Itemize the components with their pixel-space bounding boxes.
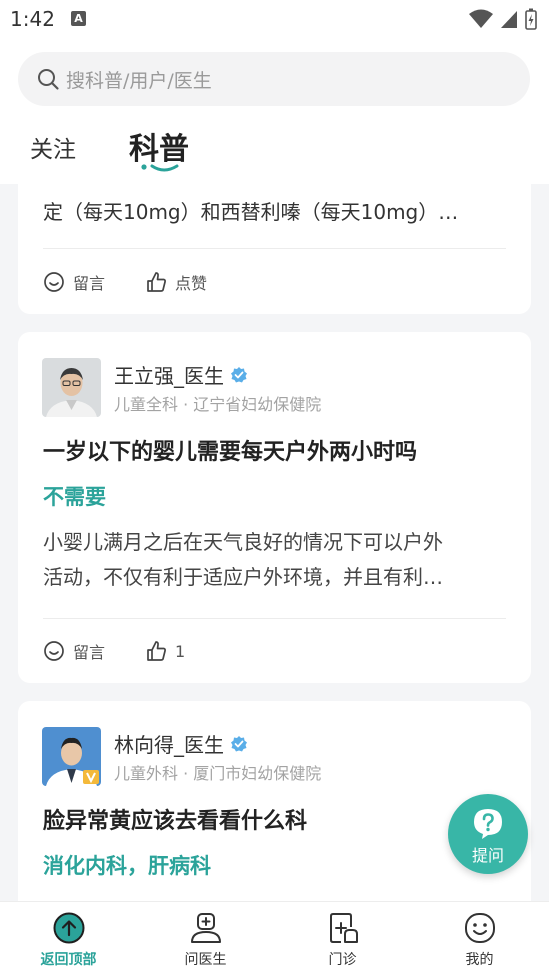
excerpt-line: 小婴儿满月之后在天气良好的情况下可以户外 xyxy=(43,530,443,554)
thumbs-up-icon xyxy=(147,641,166,661)
nav-back-to-top-label: 返回顶部 xyxy=(40,952,97,968)
tab-follow[interactable]: 关注 xyxy=(30,130,76,164)
signal-icon xyxy=(501,11,517,28)
comment-label: 留言 xyxy=(73,274,106,293)
top-bar: 1:42 A 搜科普/用户/医生 关注 科普 xyxy=(0,0,549,184)
doctor-name-row[interactable]: 林向得_医生 xyxy=(114,729,248,758)
comment-button[interactable]: 留言 xyxy=(43,639,105,663)
search-input[interactable]: 搜科普/用户/医生 xyxy=(18,52,530,106)
verified-badge-icon xyxy=(231,735,247,751)
comment-button[interactable]: 留言 xyxy=(43,270,105,294)
status-icons xyxy=(469,8,537,30)
notification-a-icon: A xyxy=(71,11,86,26)
question-icon xyxy=(474,809,502,839)
excerpt-line: 活动，不仅有利于适应户外环境，并且有利… xyxy=(43,565,443,589)
article-excerpt: 小婴儿满月之后在天气良好的情况下可以户外 活动，不仅有利于适应户外环境，并且有利… xyxy=(43,525,503,595)
article-feed[interactable]: 定（每天10mg）和西替利嗪（每天10mg）… 留言 点赞 王立强_医生 儿童全… xyxy=(0,184,549,901)
article-answer: 消化内科，肝病科 xyxy=(43,854,211,878)
article-card[interactable]: 王立强_医生 儿童全科 · 辽宁省妇幼保健院 一岁以下的婴儿需要每天户外两小时吗… xyxy=(18,332,531,683)
article-answer: 不需要 xyxy=(43,485,106,509)
article-card[interactable]: 林向得_医生 儿童外科 · 厦门市妇幼保健院 脸异常黄应该去看看什么科 消化内科… xyxy=(18,701,531,901)
like-count: 1 xyxy=(175,641,186,661)
search-icon xyxy=(38,69,59,90)
nav-mine-label: 我的 xyxy=(465,952,494,968)
active-tab-indicator xyxy=(141,164,179,172)
divider xyxy=(43,248,506,249)
thumbs-up-icon xyxy=(147,272,166,292)
wifi-icon xyxy=(469,9,493,28)
doctor-icon xyxy=(190,913,221,943)
status-bar: 1:42 A xyxy=(0,0,549,36)
doctor-avatar[interactable] xyxy=(42,727,101,786)
arrow-up-circle-icon xyxy=(53,912,84,944)
nav-ask-doctor-label: 问医生 xyxy=(184,952,227,968)
doctor-name: 王立强_医生 xyxy=(114,364,224,388)
clinic-icon xyxy=(329,913,358,943)
smile-face-icon xyxy=(464,913,495,943)
status-time: 1:42 xyxy=(10,7,55,31)
doctor-name-row[interactable]: 王立强_医生 xyxy=(114,360,248,389)
article-card[interactable]: 定（每天10mg）和西替利嗪（每天10mg）… 留言 点赞 xyxy=(18,184,531,314)
article-title[interactable]: 脸异常黄应该去看看什么科 xyxy=(43,803,307,835)
doctor-avatar[interactable] xyxy=(42,358,101,417)
doctor-name: 林向得_医生 xyxy=(114,733,224,757)
nav-clinic[interactable]: 门诊 xyxy=(274,902,411,976)
nav-back-to-top[interactable]: 返回顶部 xyxy=(0,902,137,976)
article-title[interactable]: 一岁以下的婴儿需要每天户外两小时吗 xyxy=(43,434,417,466)
search-placeholder: 搜科普/用户/医生 xyxy=(66,69,212,92)
like-button[interactable]: 1 xyxy=(145,640,185,662)
card-actions: 留言 1 xyxy=(43,639,225,663)
nav-clinic-label: 门诊 xyxy=(328,952,357,968)
comment-icon xyxy=(44,272,64,292)
bottom-nav: 返回顶部 问医生 门诊 我的 xyxy=(0,901,549,976)
like-label: 点赞 xyxy=(175,274,208,293)
verified-badge-icon xyxy=(231,366,247,382)
like-button[interactable]: 点赞 xyxy=(145,270,207,294)
doctor-department: 儿童外科 · 厦门市妇幼保健院 xyxy=(114,764,322,783)
divider xyxy=(43,618,506,619)
battery-charging-icon xyxy=(525,8,537,30)
article-excerpt: 定（每天10mg）和西替利嗪（每天10mg）… xyxy=(43,200,459,224)
card-actions: 留言 点赞 xyxy=(43,270,247,294)
comment-icon xyxy=(44,641,64,661)
tab-bar: 关注 科普 xyxy=(0,122,549,182)
doctor-department: 儿童全科 · 辽宁省妇幼保健院 xyxy=(114,395,322,414)
nav-ask-doctor[interactable]: 问医生 xyxy=(137,902,274,976)
comment-label: 留言 xyxy=(73,643,106,662)
nav-mine[interactable]: 我的 xyxy=(411,902,548,976)
ask-question-label: 提问 xyxy=(471,846,504,865)
ask-question-button[interactable]: 提问 xyxy=(448,794,528,874)
